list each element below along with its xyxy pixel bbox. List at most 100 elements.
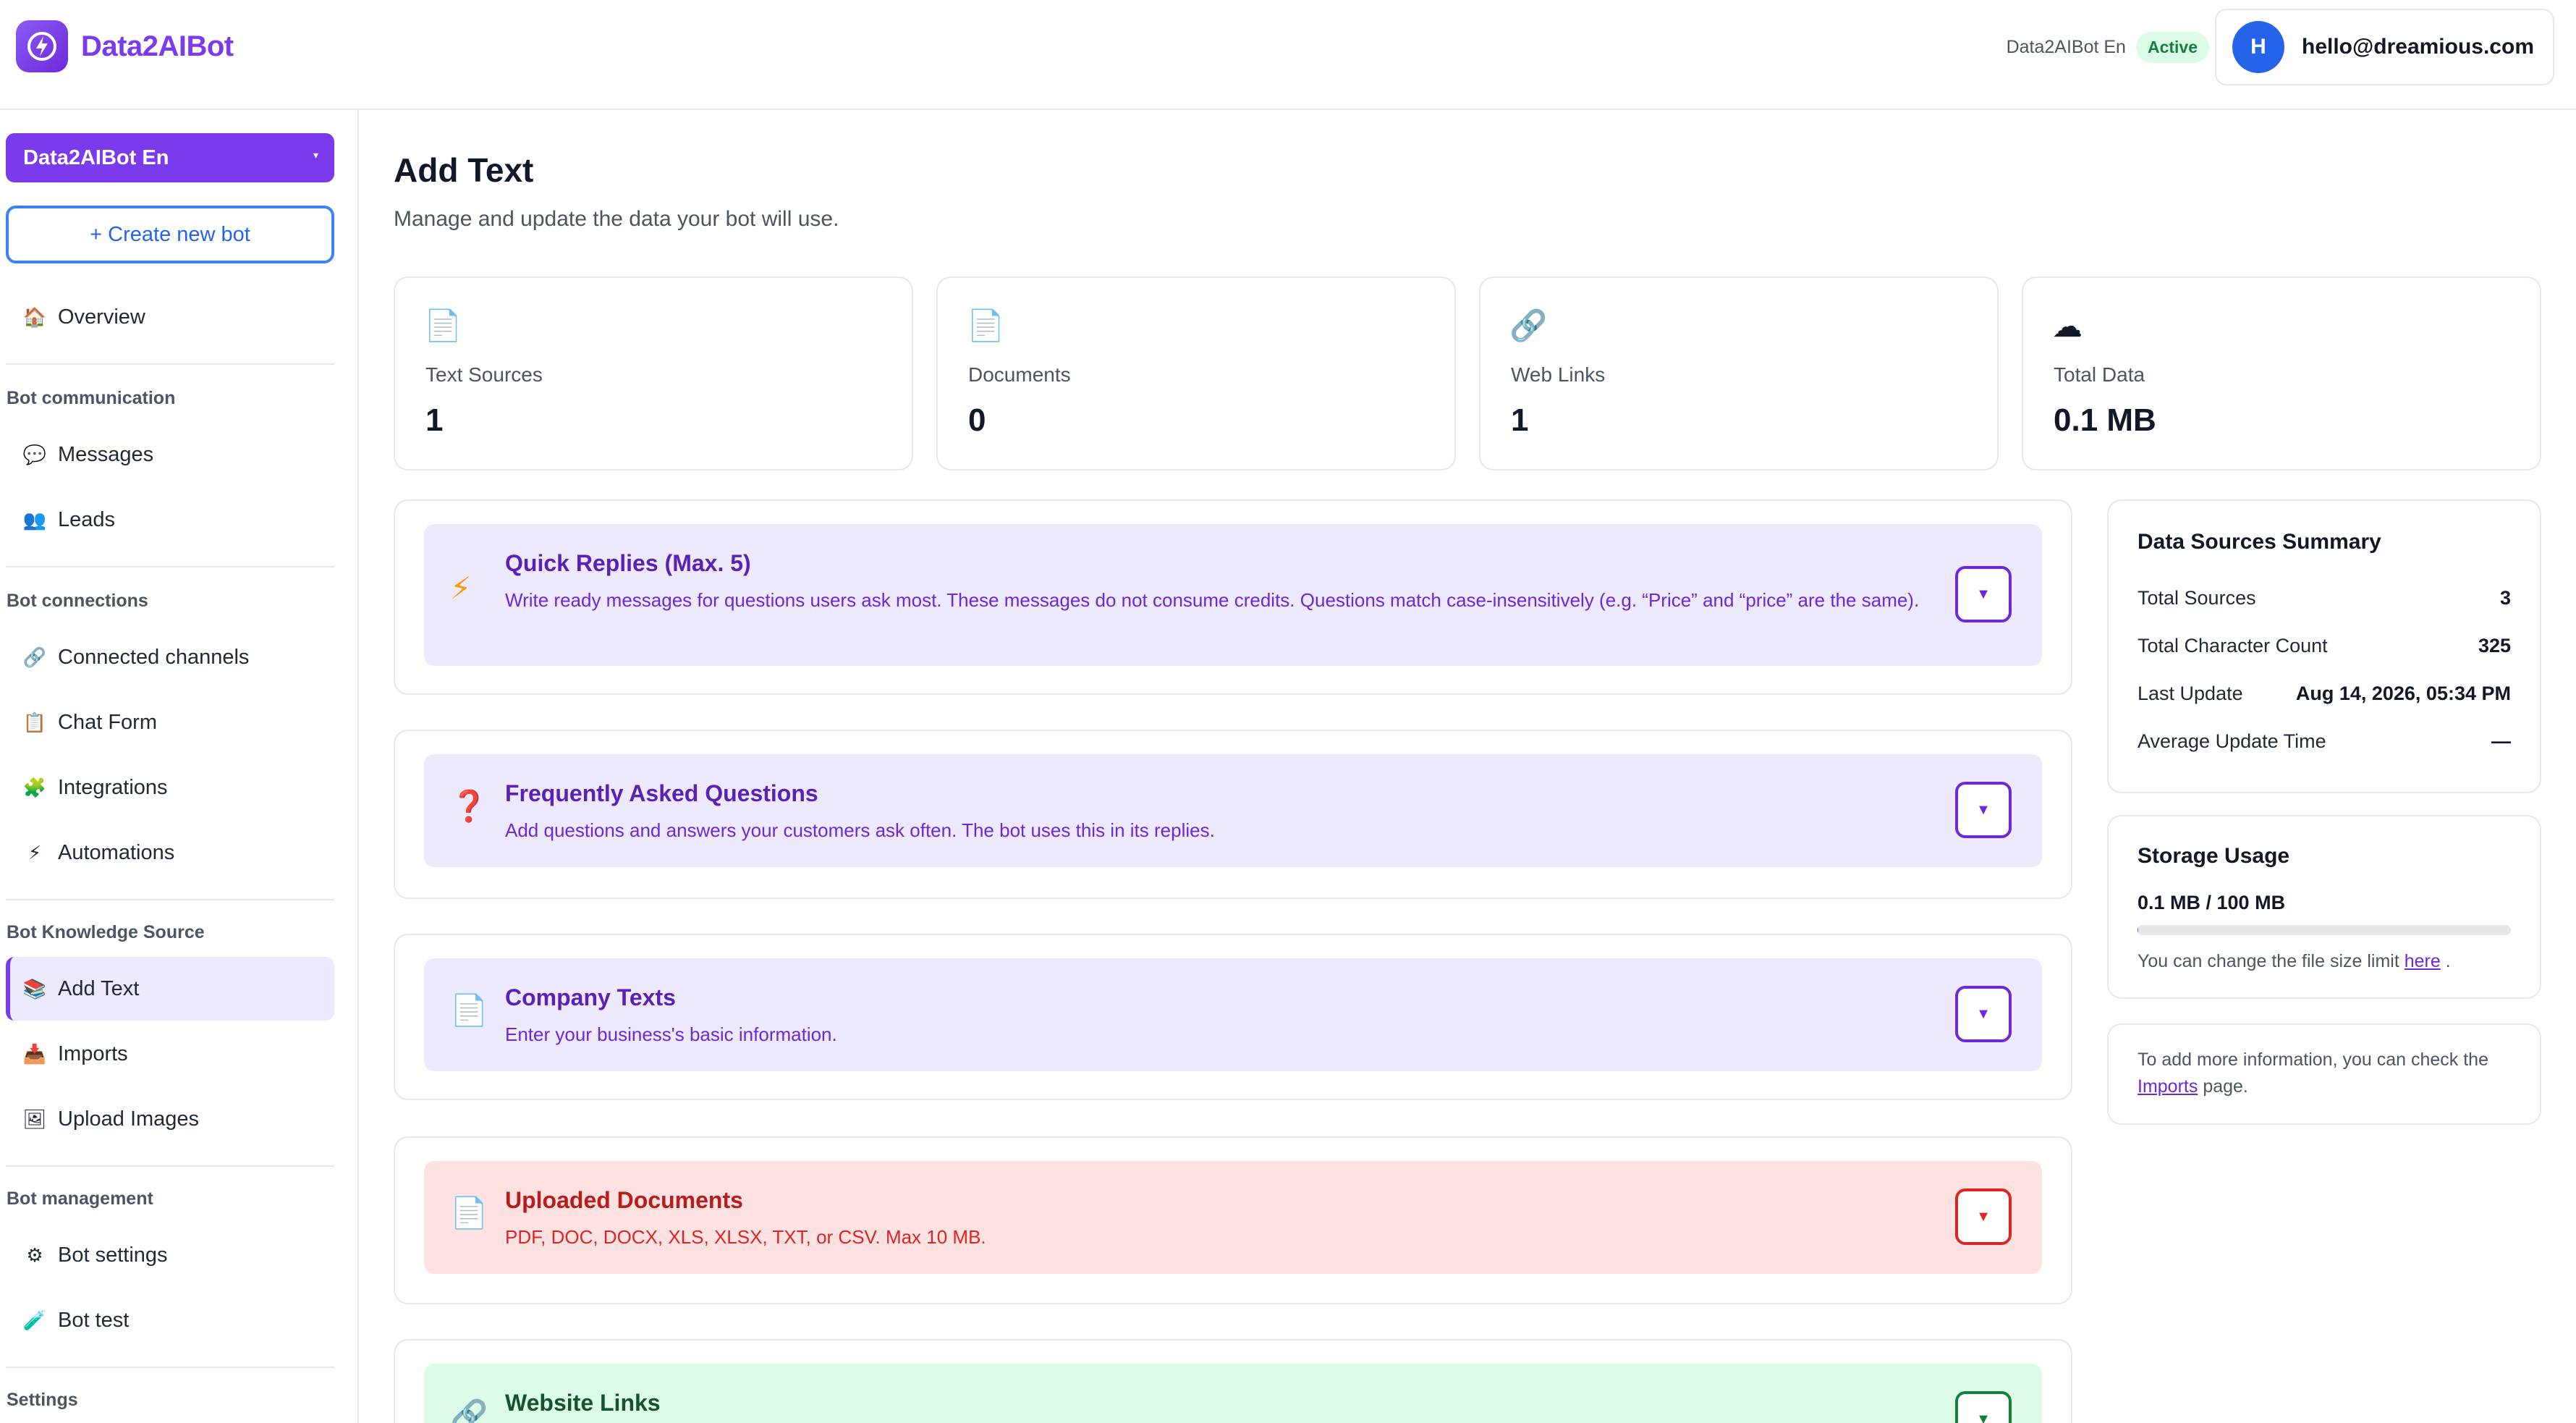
sidebar-item-messages[interactable]: 💬 Messages: [6, 423, 334, 486]
section-title: Quick Replies (Max. 5): [505, 550, 751, 576]
group-bot-knowledge-source: Bot Knowledge Source: [7, 922, 205, 942]
sidebar-item-label: Automations: [58, 840, 175, 864]
storage-note-suffix: .: [2445, 951, 2451, 971]
imports-link[interactable]: Imports: [2138, 1076, 2198, 1097]
chevron-down-icon[interactable]: ▼: [1955, 1188, 2012, 1245]
bot-select-label: Data2AIBot En: [23, 145, 169, 169]
stat-value: 1: [1511, 402, 1529, 438]
chevron-down-icon[interactable]: ▼: [1955, 782, 2012, 838]
stat-value: 1: [425, 402, 444, 438]
info-note-suffix: page.: [2203, 1076, 2248, 1097]
sidebar-item-bot-test[interactable]: 🧪 Bot test: [6, 1288, 334, 1352]
section-faq: ❓ Frequently Asked Questions Add questio…: [394, 730, 2072, 899]
storage-value: 0.1 MB / 100 MB: [2138, 892, 2286, 913]
chevron-down-icon[interactable]: ▼: [1955, 566, 2012, 622]
top-right-area: Data2AIBot En Active H hello@dreamious.c…: [2007, 9, 2554, 85]
sidebar-item-label: Messages: [58, 442, 154, 466]
brand[interactable]: Data2AIBot: [16, 20, 234, 72]
stat-card-text-sources: 📄 Text Sources 1: [394, 276, 913, 470]
sidebar-item-bot-settings[interactable]: ⚙ Bot settings: [6, 1223, 334, 1287]
sidebar-item-label: Overview: [58, 305, 145, 329]
section-header[interactable]: 📄 Company Texts Enter your business's ba…: [424, 958, 2042, 1071]
stat-label: Documents: [968, 363, 1071, 386]
sidebar-item-overview[interactable]: 🏠 Overview: [6, 285, 334, 349]
sidebar-item-upload-images[interactable]: 🖼 Upload Images: [6, 1087, 334, 1151]
chevron-down-icon[interactable]: ▼: [1955, 1391, 2012, 1423]
sidebar-item-leads[interactable]: 👥 Leads: [6, 488, 334, 552]
stat-card-web-links: 🔗 Web Links 1: [1479, 276, 1999, 470]
sidebar-item-add-text[interactable]: 📚 Add Text: [6, 957, 334, 1021]
section-company-texts: 📄 Company Texts Enter your business's ba…: [394, 934, 2072, 1100]
section-description: Add questions and answers your customers…: [505, 819, 1215, 841]
section-description: PDF, DOC, DOCX, XLS, XLSX, TXT, or CSV. …: [505, 1226, 986, 1248]
bot-select-dropdown[interactable]: Data2AIBot En ▾: [6, 133, 334, 182]
stat-label: Total Data: [2054, 363, 2145, 386]
link-icon: 🔗: [1509, 308, 1548, 342]
summary-value: 3: [2499, 586, 2511, 609]
user-email: hello@dreamious.com: [2302, 35, 2534, 59]
section-title: Frequently Asked Questions: [505, 780, 818, 806]
data-sources-summary-card: Data Sources Summary Total Sources 3 Tot…: [2107, 499, 2541, 793]
group-settings: Settings: [7, 1390, 78, 1410]
summary-row-character-count: Total Character Count 325: [2138, 631, 2511, 660]
chevron-down-icon: ▾: [313, 149, 318, 161]
image-icon: 🖼: [22, 1107, 47, 1130]
sidebar-item-label: Upload Images: [58, 1107, 200, 1131]
create-bot-button[interactable]: + Create new bot: [6, 206, 334, 263]
info-card: To add more information, you can check t…: [2107, 1023, 2541, 1125]
section-header[interactable]: 🔗 Website Links ▼: [424, 1364, 2042, 1423]
sidebar-item-integrations[interactable]: 🧩 Integrations: [6, 756, 334, 819]
lightning-icon: ⚡: [27, 841, 42, 863]
sidebar-item-label: Connected channels: [58, 645, 250, 669]
user-menu[interactable]: H hello@dreamious.com: [2215, 9, 2554, 85]
summary-row-total-sources: Total Sources 3: [2138, 583, 2511, 612]
cloud-icon: ☁: [2052, 309, 2083, 343]
section-title: Company Texts: [505, 984, 676, 1010]
summary-value: 325: [2478, 634, 2511, 656]
brand-logo-icon: [16, 20, 68, 72]
storage-note-text: You can change the file size limit: [2138, 951, 2399, 971]
sidebar-item-connected-channels[interactable]: 🔗 Connected channels: [6, 625, 334, 689]
summary-label: Average Update Time: [2138, 730, 2326, 752]
group-bot-management: Bot management: [7, 1188, 153, 1209]
form-icon: 📋: [22, 711, 47, 733]
section-website-links: 🔗 Website Links ▼: [394, 1339, 2072, 1423]
sidebar-item-imports[interactable]: 📥 Imports: [6, 1022, 334, 1086]
page-subtitle: Manage and update the data your bot will…: [394, 207, 839, 231]
divider: [6, 1367, 334, 1368]
section-header[interactable]: ⚡ Quick Replies (Max. 5) Write ready mes…: [424, 524, 2042, 666]
group-bot-connections: Bot connections: [7, 591, 148, 611]
document-icon: 📄: [424, 308, 462, 342]
sidebar-item-label: Bot settings: [58, 1243, 168, 1267]
file-size-limit-link[interactable]: here: [2405, 951, 2441, 971]
avatar: H: [2232, 21, 2284, 73]
info-note: To add more information, you can check t…: [2138, 1047, 2514, 1100]
sidebar: Data2AIBot En ▾ + Create new bot 🏠 Overv…: [0, 110, 359, 1423]
document-icon: 📄: [450, 993, 488, 1027]
status-badge: Active: [2135, 31, 2209, 63]
section-header[interactable]: 📄 Uploaded Documents PDF, DOC, DOCX, XLS…: [424, 1161, 2042, 1274]
storage-usage-card: Storage Usage 0.1 MB / 100 MB You can ch…: [2107, 815, 2541, 999]
lightning-icon: ⚡: [450, 571, 472, 605]
sidebar-item-label: Leads: [58, 507, 116, 531]
sidebar-item-label: Bot test: [58, 1308, 130, 1332]
section-quick-replies: ⚡ Quick Replies (Max. 5) Write ready mes…: [394, 499, 2072, 695]
sidebar-item-automations[interactable]: ⚡ Automations: [6, 821, 334, 884]
summary-title: Data Sources Summary: [2138, 530, 2381, 554]
section-uploaded-documents: 📄 Uploaded Documents PDF, DOC, DOCX, XLS…: [394, 1136, 2072, 1304]
gear-icon: ⚙: [26, 1243, 43, 1266]
summary-row-last-update: Last Update Aug 14, 2026, 05:34 PM: [2138, 679, 2511, 708]
stat-value: 0: [968, 402, 986, 438]
sidebar-item-chat-form[interactable]: 📋 Chat Form: [6, 691, 334, 754]
chevron-down-icon[interactable]: ▼: [1955, 986, 2012, 1042]
summary-value: Aug 14, 2026, 05:34 PM: [2295, 682, 2511, 704]
divider: [6, 1165, 334, 1167]
section-title: Uploaded Documents: [505, 1187, 743, 1213]
summary-row-average-update-time: Average Update Time —: [2138, 727, 2511, 756]
section-title: Website Links: [505, 1390, 661, 1416]
users-icon: 👥: [22, 508, 47, 531]
summary-label: Total Character Count: [2138, 634, 2328, 656]
stat-card-documents: 📄 Documents 0: [936, 276, 1456, 470]
link-icon: 🔗: [22, 646, 47, 668]
section-header[interactable]: ❓ Frequently Asked Questions Add questio…: [424, 754, 2042, 867]
